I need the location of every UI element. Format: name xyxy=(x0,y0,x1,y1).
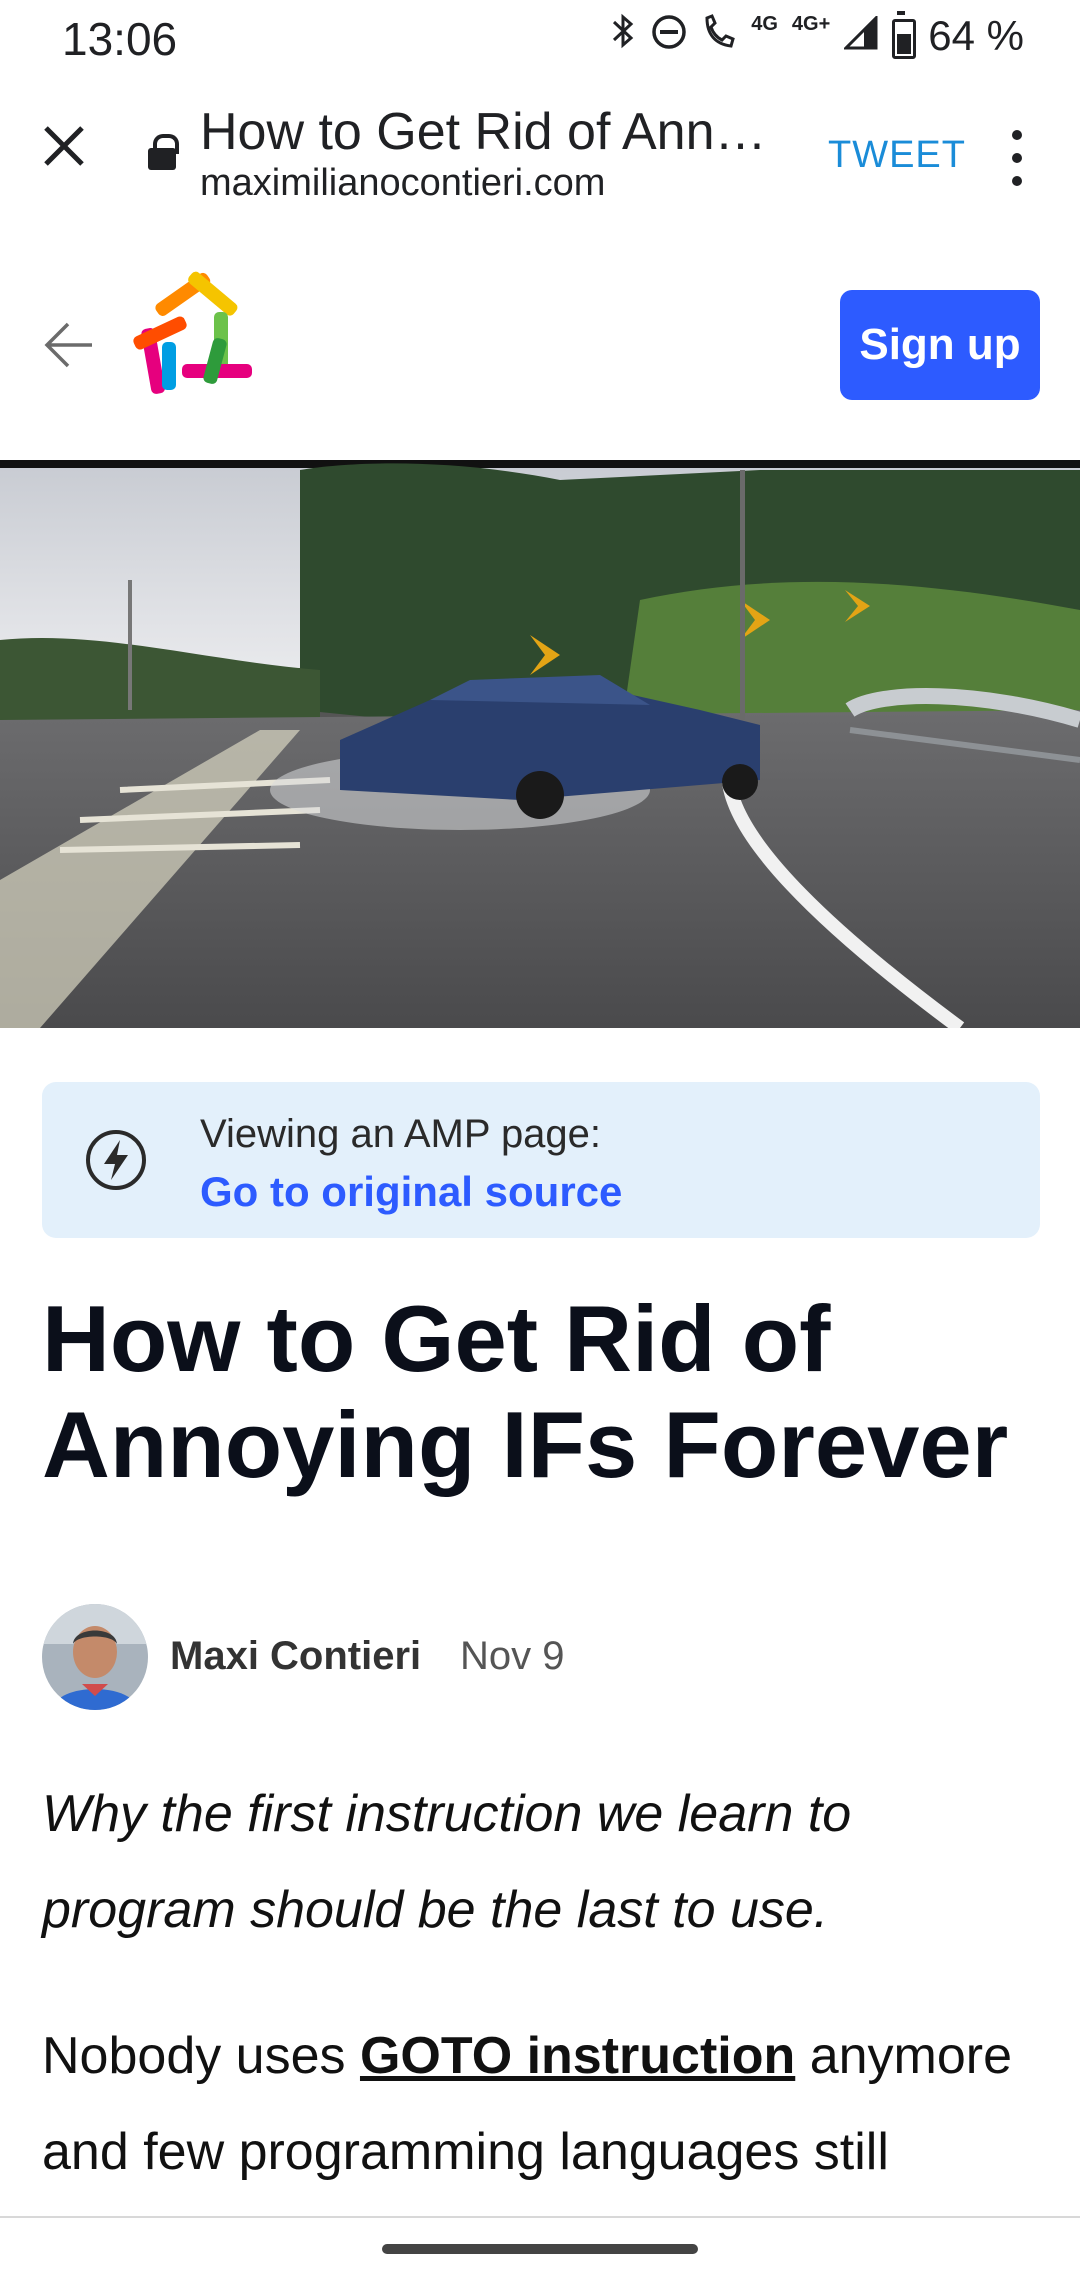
signal-icon xyxy=(842,12,878,60)
status-time: 13:06 xyxy=(62,13,178,65)
article-title: How to Get Rid of Annoying IFs Forever xyxy=(42,1286,1009,1497)
do-not-disturb-icon xyxy=(651,12,687,60)
network-type: 4G+ xyxy=(791,12,831,35)
page-title-bar[interactable]: How to Get Rid of Ann… xyxy=(200,102,790,162)
status-bar: 13:06 4G 4G+ 64 % xyxy=(0,0,1080,86)
wifi-calling-icon xyxy=(701,12,737,60)
tweet-button[interactable]: TWEET xyxy=(828,134,966,177)
battery-icon xyxy=(892,11,917,59)
goto-instruction-link[interactable]: GOTO instruction xyxy=(360,2027,795,2085)
close-icon[interactable] xyxy=(40,122,88,170)
body-text-start: Nobody uses xyxy=(42,2027,360,2085)
original-source-link[interactable]: Go to original source xyxy=(200,1168,622,1216)
author-name[interactable]: Maxi Contieri xyxy=(170,1634,421,1679)
network-type-small: 4G xyxy=(751,12,778,35)
author-row: Maxi Contieri Nov 9 xyxy=(42,1604,1042,1710)
publish-date: Nov 9 xyxy=(460,1634,565,1678)
sign-up-button[interactable]: Sign up xyxy=(840,290,1040,400)
back-arrow-icon[interactable] xyxy=(42,320,96,370)
amp-notice: Viewing an AMP page: Go to original sour… xyxy=(42,1082,1040,1238)
article-body: Nobody uses GOTO instruction anymore and… xyxy=(42,2008,1052,2200)
lightning-bolt-icon xyxy=(84,1128,148,1192)
page-url[interactable]: maximilianocontieri.com xyxy=(200,162,605,205)
status-icons: 4G 4G+ 64 % xyxy=(611,11,1024,60)
navigation-divider xyxy=(0,2216,1080,2218)
site-logo[interactable] xyxy=(122,268,262,408)
amp-notice-text: Viewing an AMP page: xyxy=(200,1112,602,1156)
more-menu-icon[interactable] xyxy=(1010,130,1024,186)
bluetooth-icon xyxy=(611,12,637,60)
browser-toolbar: How to Get Rid of Ann… maximilianocontie… xyxy=(0,86,1080,230)
battery-percent: 64 % xyxy=(928,12,1024,59)
avatar[interactable] xyxy=(42,1604,148,1710)
site-header: Sign up xyxy=(0,228,1080,460)
hero-image xyxy=(0,460,1080,1028)
lock-icon[interactable] xyxy=(148,134,179,170)
gesture-bar[interactable] xyxy=(382,2244,698,2254)
article-subtitle: Why the first instruction we learn to pr… xyxy=(42,1785,852,1939)
